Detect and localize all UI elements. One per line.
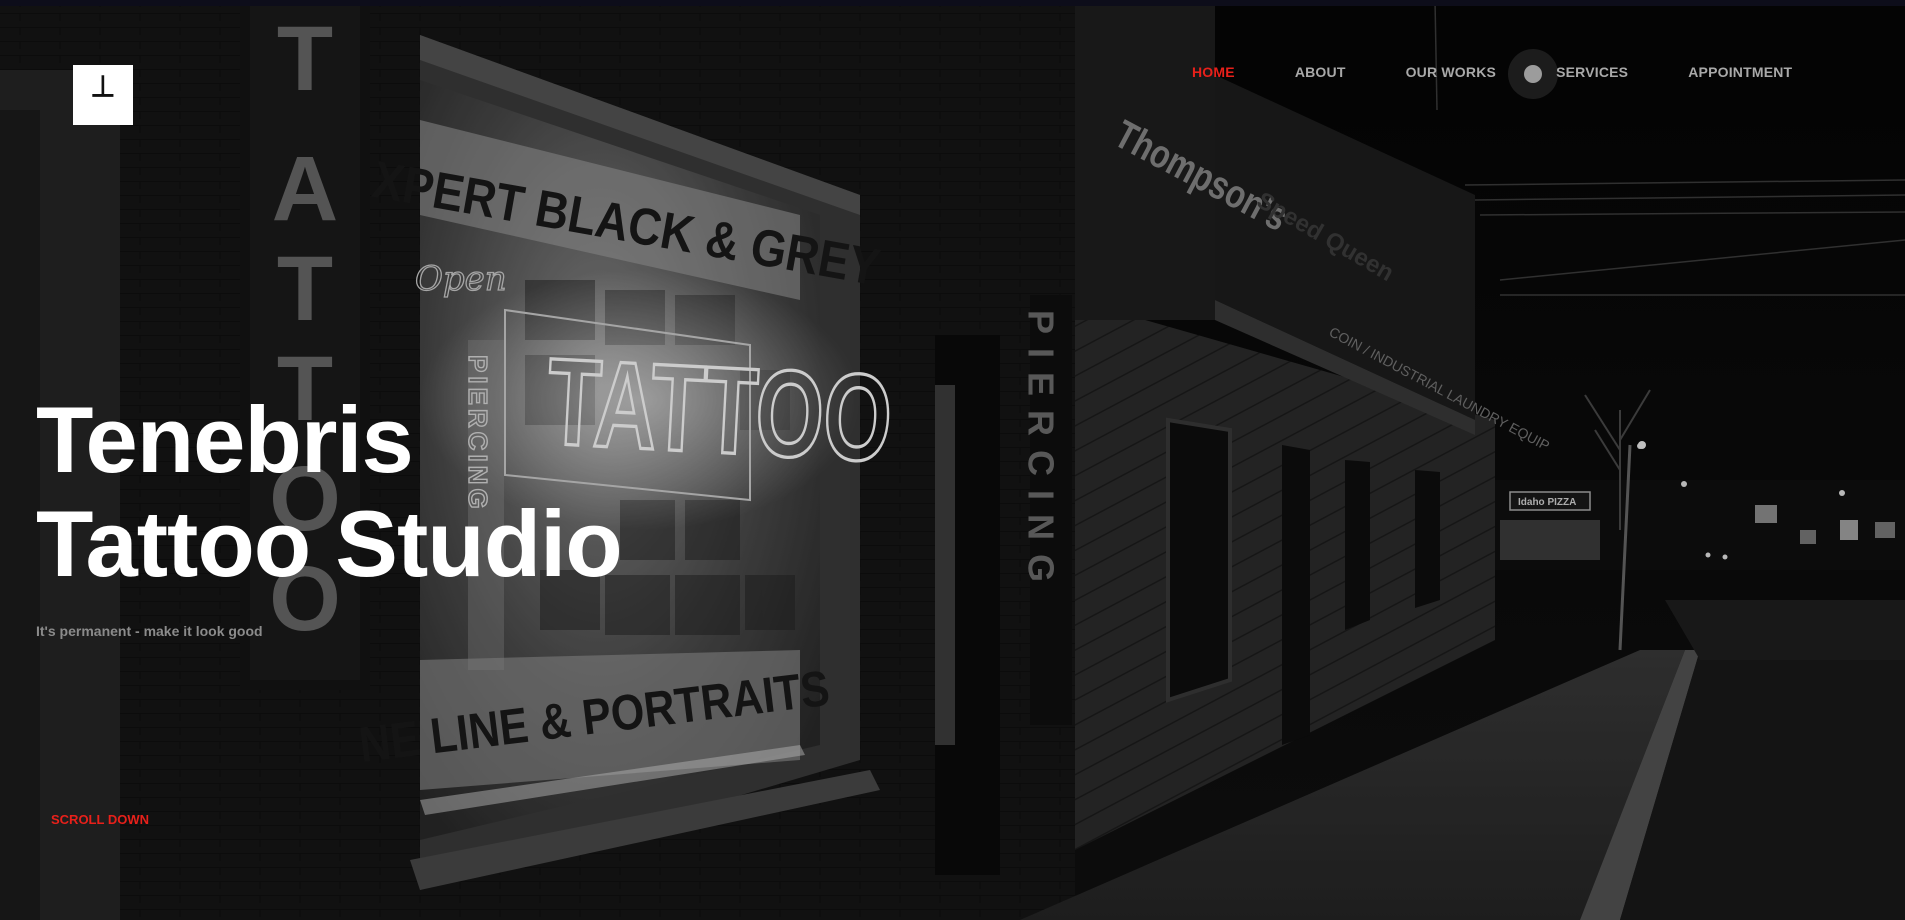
studio-logo[interactable]: ┴: [73, 65, 133, 125]
hero-title-line-2: Tattoo Studio: [36, 491, 623, 596]
hero-title-line-1: Tenebris: [36, 387, 414, 492]
hero-section: T A T T O O XPERT BLACK & GREY TATTOO PI…: [0, 0, 1905, 920]
nav-item-about[interactable]: ABOUT: [1295, 64, 1346, 80]
studio-logo-icon: ┴: [92, 76, 114, 116]
nav-item-home[interactable]: HOME: [1192, 64, 1235, 80]
top-strip: [0, 0, 1905, 6]
nav-item-our-works[interactable]: OUR WORKS: [1406, 64, 1496, 80]
nav-item-services[interactable]: SERVICES: [1556, 64, 1628, 80]
scroll-down-link[interactable]: SCROLL DOWN: [51, 812, 149, 827]
nav-item-appointment[interactable]: APPOINTMENT: [1688, 64, 1792, 80]
hero-title: Tenebris Tattoo Studio: [36, 387, 623, 596]
main-nav: HOME ABOUT OUR WORKS SERVICES APPOINTMEN…: [1192, 64, 1792, 80]
hero-tagline: It's permanent - make it look good: [36, 623, 263, 639]
